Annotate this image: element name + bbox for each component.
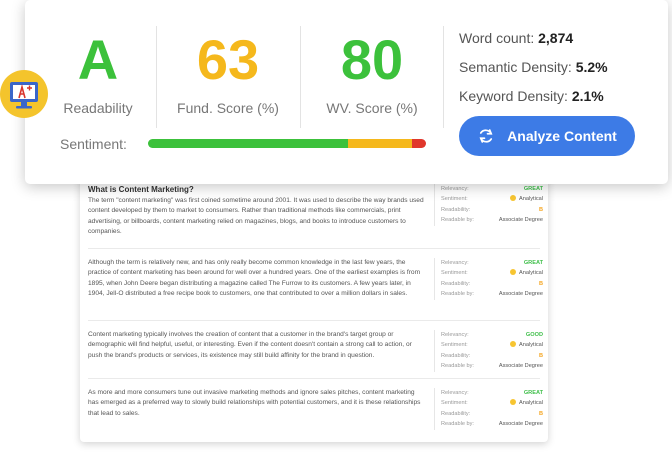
divider xyxy=(443,26,444,128)
content-analysis-card: What is Content Marketing? The term "con… xyxy=(80,150,548,442)
paragraph-title: What is Content Marketing? xyxy=(88,185,194,194)
score-panel: A Readability 63 Fund. Score (%) 80 WV. … xyxy=(25,0,668,184)
readable-by-label: Readable by: xyxy=(441,363,474,370)
sentiment-label: Sentiment: xyxy=(60,136,127,152)
readability-grade: A xyxy=(77,28,119,91)
keyword-density-value: 2.1% xyxy=(571,88,604,104)
readability-score: A Readability xyxy=(53,28,143,117)
paragraph-metrics: Relevancy: GREAT Sentiment: Analytical Rea… xyxy=(434,258,543,300)
paragraph-text: Content marketing typically involves the… xyxy=(88,331,412,359)
readability-label: Readability: xyxy=(441,410,471,417)
sentiment-value: Analytical xyxy=(519,196,543,203)
fund-score-label: Fund. Score (%) xyxy=(177,100,279,116)
readability-label: Readability: xyxy=(441,352,471,359)
sentiment-label: Sentiment: xyxy=(441,400,468,407)
wv-score-value: 80 xyxy=(340,28,404,91)
sentiment-bar xyxy=(148,139,426,148)
fund-score-value: 63 xyxy=(196,28,260,91)
readable-by-value: Associate Degree xyxy=(498,363,543,370)
relevancy-label: Relevancy: xyxy=(441,390,469,396)
paragraph-text: As more and more consumers tune out inva… xyxy=(88,389,421,417)
analyze-content-button[interactable]: Analyze Content xyxy=(459,116,635,156)
relevancy-value: GREAT xyxy=(523,186,543,192)
semantic-density: Semantic Density: 5.2% xyxy=(459,59,608,75)
document-grade-icon xyxy=(0,70,48,118)
readability-value: B xyxy=(538,280,543,287)
sentiment-segment-neutral xyxy=(348,139,413,148)
readability-label: Readability: xyxy=(441,280,471,287)
paragraph-metrics: Relevancy: GREAT Sentiment: Analytical Rea… xyxy=(434,388,543,430)
paragraph-metrics: Relevancy: GREAT Sentiment: Analytical Rea… xyxy=(434,184,543,226)
divider xyxy=(300,26,301,128)
word-count: Word count: 2,874 xyxy=(459,30,574,46)
fund-score: 63 Fund. Score (%) xyxy=(173,28,283,117)
keyword-density: Keyword Density: 2.1% xyxy=(459,88,604,104)
relevancy-label: Relevancy: xyxy=(441,260,469,266)
readable-by-value: Associate Degree xyxy=(498,217,543,224)
divider xyxy=(88,248,540,249)
sentiment-value: Analytical xyxy=(519,270,543,277)
readability-label: Readability: xyxy=(441,206,471,213)
readability-label: Readability xyxy=(63,100,133,116)
readable-by-value: Associate Degree xyxy=(498,291,543,298)
wv-score-label: WV. Score (%) xyxy=(326,100,418,116)
relevancy-value: GREAT xyxy=(523,260,543,266)
paragraph-metrics: Relevancy: GOOD Sentiment: Analytical Read… xyxy=(434,330,543,372)
readability-value: B xyxy=(538,206,543,213)
wv-score: 80 WV. Score (%) xyxy=(317,28,427,117)
divider xyxy=(156,26,157,128)
sentiment-label: Sentiment: xyxy=(441,196,468,203)
emoji-icon xyxy=(510,195,517,202)
emoji-icon xyxy=(510,269,517,276)
word-count-value: 2,874 xyxy=(538,30,574,46)
semantic-density-value: 5.2% xyxy=(575,59,608,75)
emoji-icon xyxy=(510,341,517,348)
readable-by-label: Readable by: xyxy=(441,217,474,224)
relevancy-value: GREAT xyxy=(523,390,543,396)
readable-by-value: Associate Degree xyxy=(498,421,543,428)
analyze-button-label: Analyze Content xyxy=(507,128,617,144)
emoji-icon xyxy=(510,399,517,406)
sentiment-segment-positive xyxy=(148,139,349,148)
divider xyxy=(88,378,540,379)
readability-value: B xyxy=(538,352,543,359)
readability-value: B xyxy=(538,410,543,417)
readable-by-label: Readable by: xyxy=(441,421,474,428)
readable-by-label: Readable by: xyxy=(441,291,474,298)
sentiment-value: Analytical xyxy=(519,342,543,349)
relevancy-label: Relevancy: xyxy=(441,186,469,192)
divider xyxy=(88,320,540,321)
refresh-icon xyxy=(479,129,493,143)
relevancy-value: GOOD xyxy=(525,332,543,338)
paragraph-text: The term "content marketing" was first c… xyxy=(88,197,424,236)
sentiment-value: Analytical xyxy=(519,400,543,407)
relevancy-label: Relevancy: xyxy=(441,332,469,338)
sentiment-segment-negative xyxy=(412,139,426,148)
sentiment-label: Sentiment: xyxy=(441,270,468,277)
sentiment-label: Sentiment: xyxy=(441,342,468,349)
paragraph-text: Although the term is relatively new, and… xyxy=(88,259,421,298)
